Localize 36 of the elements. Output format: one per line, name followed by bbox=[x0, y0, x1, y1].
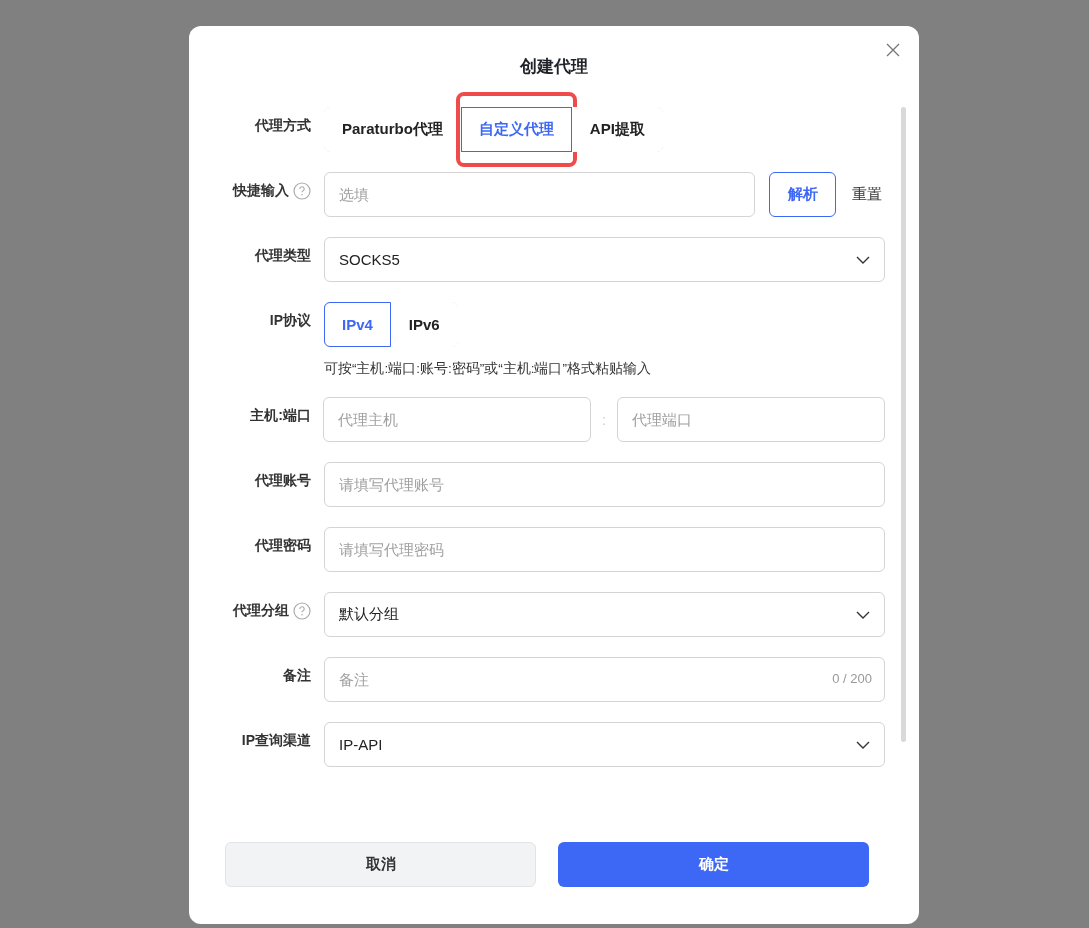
field-label: IP协议 bbox=[269, 312, 311, 330]
segment-tab[interactable]: API提取 bbox=[571, 107, 663, 152]
close-icon[interactable] bbox=[886, 43, 900, 57]
field-label: 备注 bbox=[283, 667, 311, 685]
field-label: 快捷输入 bbox=[233, 182, 289, 200]
chevron-down-icon bbox=[856, 255, 870, 264]
select-field[interactable]: IP-API bbox=[324, 722, 885, 767]
character-counter: 0 / 200 bbox=[832, 671, 872, 686]
field-label: 代理账号 bbox=[255, 472, 311, 490]
parse-button[interactable]: 解析 bbox=[769, 172, 836, 217]
chevron-down-icon bbox=[856, 610, 870, 619]
separator-colon: : bbox=[601, 411, 607, 428]
segment-tab[interactable]: Paraturbo代理 bbox=[324, 107, 461, 152]
quick-input-field[interactable]: 选填 bbox=[324, 172, 755, 217]
confirm-button[interactable]: 确定 bbox=[558, 842, 869, 887]
field-label: 代理分组 bbox=[233, 602, 289, 620]
field-label: IP查询渠道 bbox=[241, 732, 311, 750]
port-input-field[interactable]: 代理端口 bbox=[617, 397, 885, 442]
text-input-field[interactable]: 请填写代理账号 bbox=[324, 462, 885, 507]
text-input-field[interactable]: 请填写代理密码 bbox=[324, 527, 885, 572]
field-label: 代理密码 bbox=[255, 537, 311, 555]
dialog-title: 创建代理 bbox=[519, 56, 589, 78]
select-field[interactable]: 默认分组 bbox=[324, 592, 885, 637]
reset-link[interactable]: 重置 bbox=[852, 183, 882, 206]
select-field[interactable]: SOCKS5 bbox=[324, 237, 885, 282]
cancel-button[interactable]: 取消 bbox=[225, 842, 536, 887]
segment-tab[interactable]: IPv6 bbox=[390, 302, 458, 347]
field-label: 主机:端口 bbox=[250, 407, 311, 425]
field-label: 代理类型 bbox=[255, 247, 311, 265]
segment-tab[interactable]: 自定义代理 bbox=[460, 107, 572, 152]
scrollbar[interactable] bbox=[901, 107, 906, 742]
field-label: 代理方式 bbox=[255, 117, 311, 135]
chevron-down-icon bbox=[856, 740, 870, 749]
host-input-field[interactable]: 代理主机 bbox=[323, 397, 591, 442]
segment-tab[interactable]: IPv4 bbox=[324, 302, 391, 347]
format-hint: 可按“主机:端口:账号:密码”或“主机:端口”格式粘贴输入 bbox=[324, 360, 652, 378]
